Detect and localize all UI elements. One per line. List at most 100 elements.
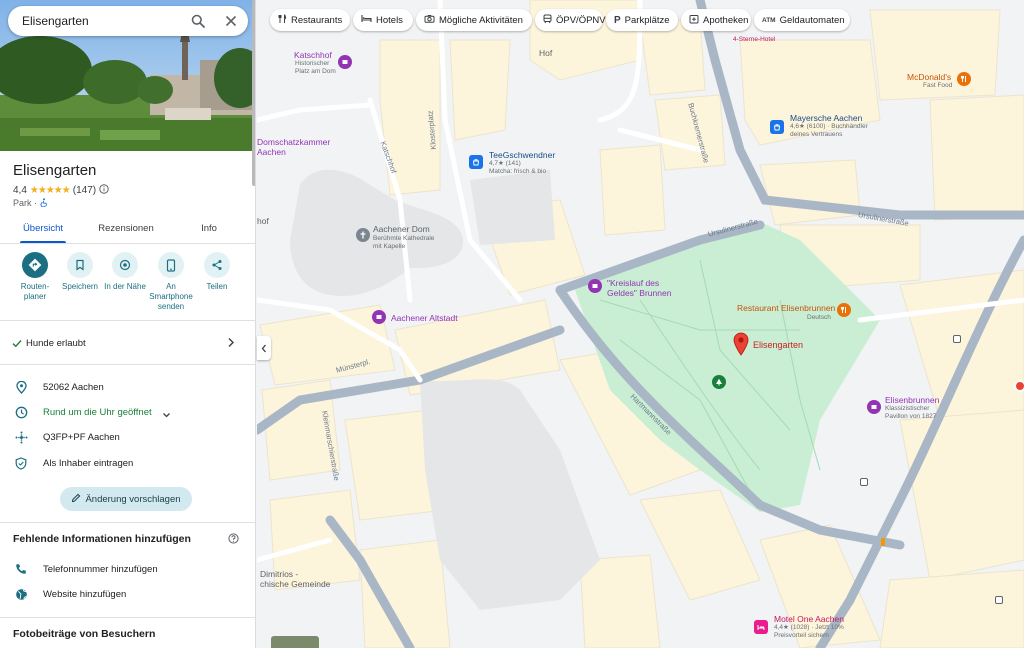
claim-business-row[interactable]: Als Inhaber eintragen: [14, 455, 244, 471]
suggest-edit-button[interactable]: Änderung vorschlagen: [60, 487, 192, 511]
map-canvas[interactable]: Katschhof Historischer Platz am Dom Doms…: [257, 0, 1024, 648]
close-icon[interactable]: [221, 11, 241, 31]
train-icon: [543, 14, 552, 27]
collapse-panel-button[interactable]: [257, 336, 271, 360]
map-label-altstadt[interactable]: Aachener Altstadt: [391, 313, 458, 323]
location-marker-icon[interactable]: [1014, 380, 1024, 392]
divider: [0, 617, 255, 618]
bus-stop-icon[interactable]: [860, 478, 868, 486]
search-box[interactable]: [8, 6, 248, 36]
hours-row[interactable]: Rund um die Uhr geöffnet: [14, 404, 244, 420]
directions-icon: [22, 252, 48, 278]
bus-stop-icon[interactable]: [995, 596, 1003, 604]
map-sublabel: Klassizistischer: [885, 405, 930, 412]
map-label-kreislauf[interactable]: "Kreislauf des: [607, 278, 659, 288]
chip-label: Restaurants: [291, 14, 343, 26]
map-label-elisenbrunnen[interactable]: Elisenbrunnen: [885, 395, 939, 405]
tab-info[interactable]: Info: [188, 223, 230, 234]
chip-restaurants[interactable]: Restaurants: [270, 9, 350, 31]
chip-transit[interactable]: ÖPV/ÖPNV: [535, 9, 606, 31]
chip-hotels[interactable]: Hotels: [353, 9, 413, 31]
info-icon[interactable]: [99, 184, 109, 197]
park-marker-icon[interactable]: [712, 375, 726, 389]
map-label-hotel[interactable]: 4-Sterne-Hotel: [733, 36, 775, 44]
map-label-hof: Hof: [539, 48, 553, 58]
bus-stop-icon[interactable]: [953, 335, 961, 343]
tab-reviews[interactable]: Rezensionen: [92, 223, 160, 234]
send-to-phone-label: An Smartphone senden: [149, 282, 193, 311]
layers-thumbnail[interactable]: [271, 636, 319, 648]
visitor-photos-heading: Fotobeiträge von Besuchern: [13, 628, 156, 640]
tab-overview[interactable]: Übersicht: [20, 223, 66, 234]
hotel-marker-icon[interactable]: [754, 620, 768, 634]
category-label[interactable]: Park: [13, 198, 32, 208]
chip-label: Parkplätze: [624, 14, 670, 26]
phone-icon: [14, 562, 28, 576]
selected-place-pin-icon[interactable]: [733, 332, 749, 356]
map-label-mayersche[interactable]: Mayersche Aachen: [790, 113, 862, 123]
save-button[interactable]: Speichern: [56, 252, 104, 292]
attraction-marker-icon[interactable]: [867, 400, 881, 414]
chip-label: Mögliche Aktivitäten: [439, 14, 523, 26]
search-input[interactable]: [22, 12, 182, 30]
map-label-katschhof[interactable]: Katschhof: [294, 50, 332, 60]
map-sublabel: mit Kapelle: [373, 243, 406, 250]
map-sublabel: Platz am Dom: [295, 68, 336, 75]
traffic-light-icon: [881, 538, 885, 546]
chip-label: Apotheken: [703, 14, 749, 26]
attraction-marker-icon[interactable]: [338, 55, 352, 69]
map-label-teegschwendner[interactable]: TeeGschwendner: [489, 150, 555, 160]
chip-pharmacies[interactable]: Apotheken: [681, 9, 751, 31]
location-pin-icon: [14, 380, 28, 394]
review-count[interactable]: (147): [73, 185, 96, 196]
chevron-down-icon[interactable]: [162, 408, 171, 422]
chip-parking[interactable]: P Parkplätze: [606, 9, 678, 31]
map-label-mcdonalds[interactable]: McDonald's: [907, 72, 951, 82]
address-text: 52062 Aachen: [43, 381, 104, 393]
restaurant-marker-icon[interactable]: [837, 303, 851, 317]
map-base-layer: [257, 0, 1024, 648]
nearby-button[interactable]: In der Nähe: [101, 252, 149, 292]
address-row[interactable]: 52062 Aachen: [14, 379, 244, 395]
share-button[interactable]: Teilen: [193, 252, 241, 292]
map-label-kreislauf[interactable]: Geldes" Brunnen: [607, 288, 671, 298]
help-icon[interactable]: [228, 533, 239, 547]
map-label-dom[interactable]: Aachener Dom: [373, 224, 430, 234]
map-sublabel: Preisvorteil sichern: [774, 632, 829, 639]
map-label-domschatzkammer[interactable]: Domschatzkammer: [257, 137, 330, 147]
attraction-marker-icon[interactable]: [372, 310, 386, 324]
place-tabs: Übersicht Rezensionen Info: [0, 214, 255, 244]
restaurant-marker-icon[interactable]: [957, 72, 971, 86]
directions-button[interactable]: Routen-planer: [11, 252, 59, 302]
add-website-text: Website hinzufügen: [43, 588, 127, 600]
rating-row: 4,4 ★★★★★ (147): [13, 184, 109, 197]
map-label-domschatzkammer[interactable]: Aachen: [257, 147, 286, 157]
divider: [0, 364, 255, 365]
panel-scrollbar[interactable]: [252, 0, 255, 186]
nearby-label: In der Nähe: [104, 282, 146, 291]
search-icon[interactable]: [188, 11, 208, 31]
map-sublabel: Fast Food: [923, 82, 953, 89]
claim-business-text: Als Inhaber eintragen: [43, 457, 134, 469]
chip-activities[interactable]: Mögliche Aktivitäten: [416, 9, 532, 31]
map-label-elisengarten[interactable]: Elisengarten: [753, 340, 803, 350]
send-to-phone-button[interactable]: An Smartphone senden: [147, 252, 195, 312]
church-marker-icon[interactable]: [356, 228, 370, 242]
parking-icon: P: [614, 14, 621, 26]
active-tab-indicator: [20, 241, 66, 243]
fork-knife-icon: [278, 13, 287, 27]
shop-marker-icon[interactable]: [770, 120, 784, 134]
amenity-row[interactable]: Hunde erlaubt: [12, 337, 240, 351]
fountain-marker-icon[interactable]: [588, 279, 602, 293]
plus-code-text: Q3FP+PF Aachen: [43, 431, 120, 443]
map-label-restaurant[interactable]: Restaurant Elisenbrunnen: [737, 303, 835, 313]
map-label-motel-one[interactable]: Motel One Aachen: [774, 614, 844, 624]
map-sublabel: Historischer: [295, 60, 330, 67]
plus-code-row[interactable]: Q3FP+PF Aachen: [14, 429, 244, 445]
chip-atms[interactable]: ATM Geldautomaten: [754, 9, 850, 31]
add-phone-row[interactable]: Telefonnummer hinzufügen: [14, 561, 244, 577]
add-website-row[interactable]: Website hinzufügen: [14, 586, 244, 602]
shop-marker-icon[interactable]: [469, 155, 483, 169]
pharmacy-icon: [689, 14, 699, 27]
bookmark-icon: [67, 252, 93, 278]
